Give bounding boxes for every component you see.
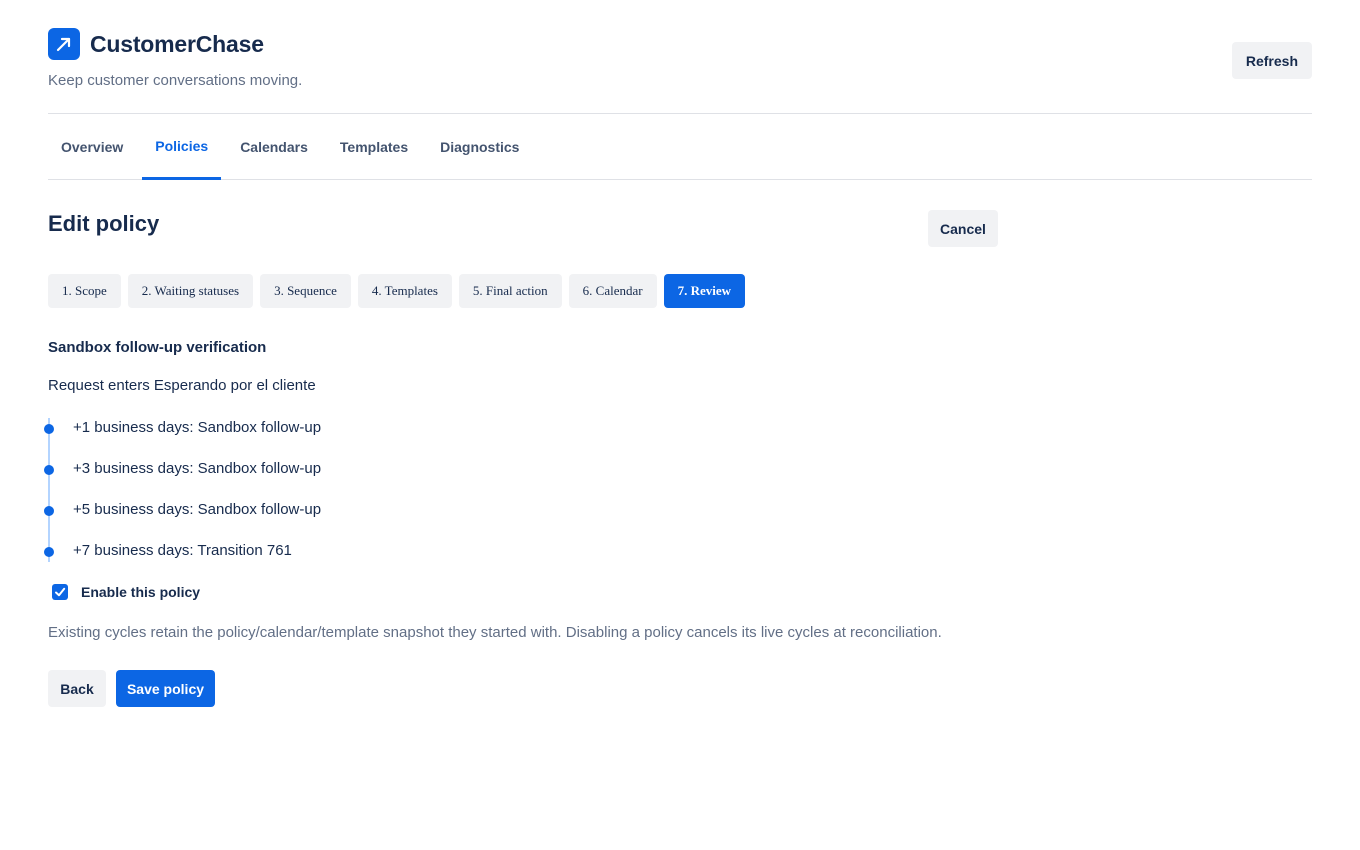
save-policy-button[interactable]: Save policy — [116, 670, 215, 707]
timeline-step-text: +3 business days: Sandbox follow-up — [73, 460, 322, 477]
tab-label: Calendars — [240, 138, 308, 155]
tab-templates[interactable]: Templates — [327, 114, 421, 179]
app-header: CustomerChase Keep customer conversation… — [48, 28, 1312, 114]
step-calendar[interactable]: 6. Calendar — [568, 274, 657, 308]
app-logo — [48, 28, 80, 60]
main-tabs: Overview Policies Calendars Templates Di… — [48, 114, 1312, 180]
tab-label: Policies — [155, 137, 209, 154]
step-waiting-statuses[interactable]: 2. Waiting statuses — [127, 274, 254, 308]
page-title: Edit policy — [48, 211, 160, 236]
timeline-dot — [44, 424, 54, 434]
tab-label: Templates — [339, 138, 409, 155]
enable-policy-row: Enable this policy — [52, 584, 200, 600]
tab-label: Diagnostics — [440, 138, 520, 155]
refresh-button[interactable]: Refresh — [1231, 42, 1312, 79]
timeline-dot — [44, 506, 54, 516]
tab-calendars[interactable]: Calendars — [227, 114, 321, 179]
tab-policies[interactable]: Policies — [142, 114, 222, 180]
enable-policy-checkbox[interactable] — [52, 584, 68, 600]
step-sequence[interactable]: 3. Sequence — [260, 274, 351, 308]
checkmark-icon — [55, 587, 66, 597]
form-actions: Back Save policy — [48, 670, 215, 707]
back-button[interactable]: Back — [48, 670, 106, 707]
enable-policy-label[interactable]: Enable this policy — [81, 584, 200, 600]
timeline-dot — [44, 465, 54, 475]
arrow-up-right-icon — [56, 37, 71, 52]
sequence-timeline: +1 business days: Sandbox follow-up +3 b… — [44, 418, 648, 562]
timeline-line — [48, 418, 50, 562]
timeline-step-text: +7 business days: Transition 761 — [73, 542, 292, 559]
policy-trigger: Request enters Esperando por el cliente — [48, 377, 316, 394]
timeline-step-text: +1 business days: Sandbox follow-up — [73, 419, 322, 436]
step-final-action[interactable]: 5. Final action — [458, 274, 562, 308]
app-tagline: Keep customer conversations moving. — [48, 72, 303, 89]
wizard-steps: 1. Scope 2. Waiting statuses 3. Sequence… — [48, 274, 746, 308]
policy-note: Existing cycles retain the policy/calend… — [48, 624, 942, 641]
brand: CustomerChase — [48, 28, 1312, 60]
tab-overview[interactable]: Overview — [48, 114, 136, 179]
cancel-button[interactable]: Cancel — [928, 210, 998, 247]
timeline-dot — [44, 547, 54, 557]
tab-label: Overview — [61, 138, 124, 155]
tab-diagnostics[interactable]: Diagnostics — [427, 114, 532, 179]
policy-name: Sandbox follow-up verification — [48, 339, 267, 356]
step-templates[interactable]: 4. Templates — [357, 274, 452, 308]
app-name: CustomerChase — [90, 30, 264, 57]
step-review[interactable]: 7. Review — [663, 274, 746, 308]
step-scope[interactable]: 1. Scope — [48, 274, 121, 308]
timeline-step-text: +5 business days: Sandbox follow-up — [73, 501, 322, 518]
